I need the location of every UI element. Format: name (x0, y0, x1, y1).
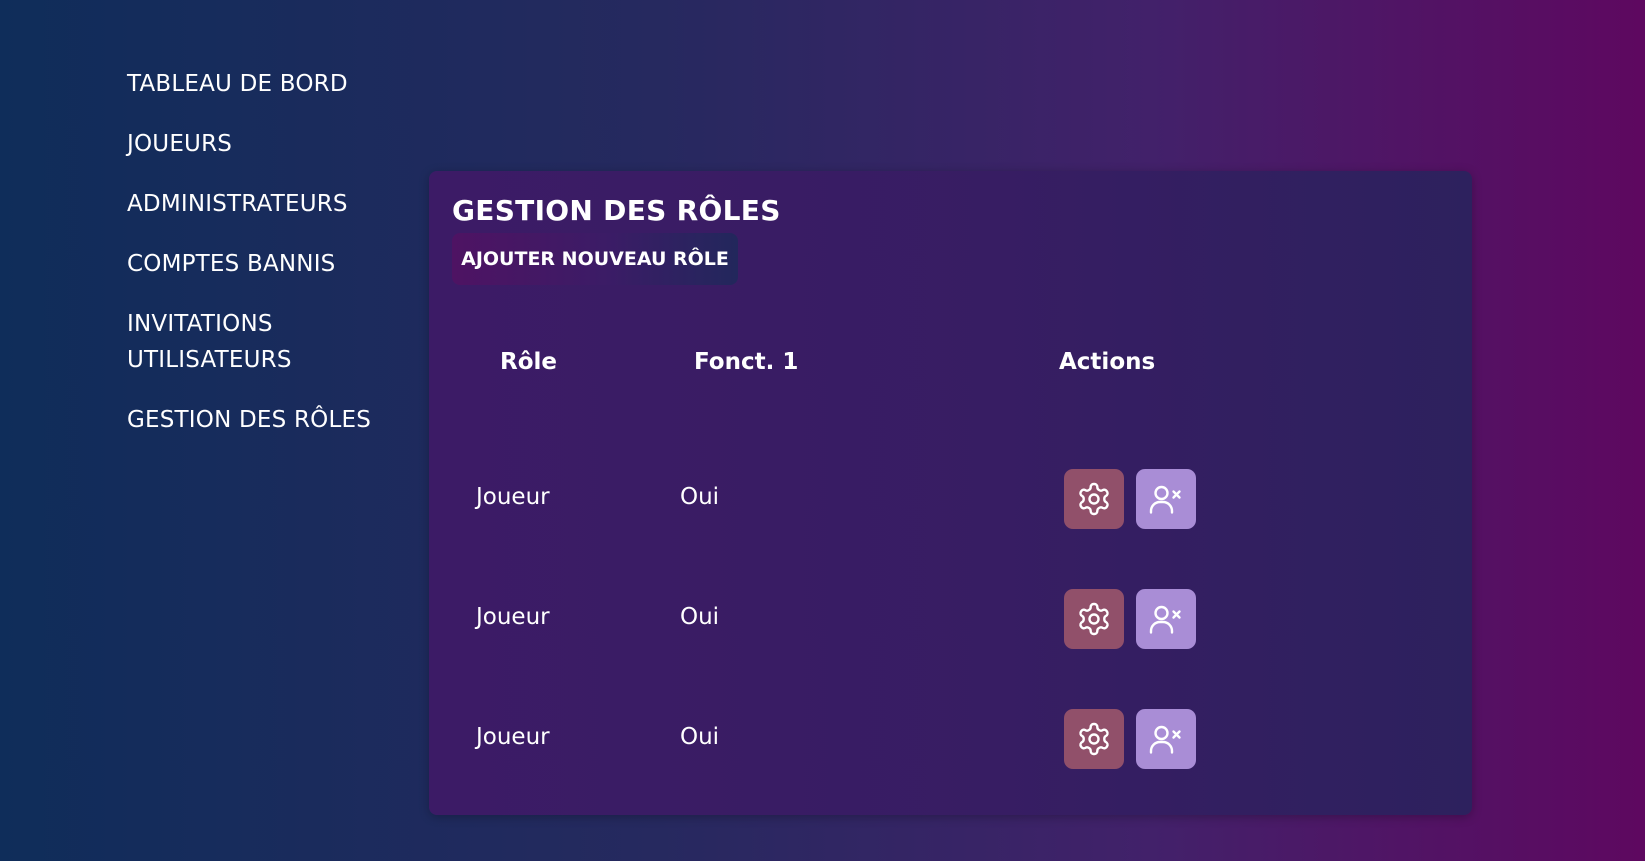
func1-cell: Oui (680, 724, 720, 750)
user-remove-icon (1149, 605, 1181, 634)
func1-cell: Oui (680, 604, 720, 630)
sidebar-item-dashboard[interactable]: TABLEAU DE BORD (127, 66, 387, 102)
column-header-role: Rôle (500, 349, 557, 375)
sidebar-item-role-management[interactable]: GESTION DES RÔLES (127, 402, 387, 438)
edit-role-button[interactable] (1064, 709, 1124, 769)
sidebar-item-banned-accounts[interactable]: COMPTES BANNIS (127, 246, 387, 282)
column-header-func1: Fonct. 1 (694, 349, 799, 375)
gear-icon (1079, 722, 1109, 756)
sidebar-nav: TABLEAU DE BORD JOUEURS ADMINISTRATEURS … (127, 66, 387, 462)
edit-role-button[interactable] (1064, 469, 1124, 529)
sidebar-item-players[interactable]: JOUEURS (127, 126, 387, 162)
edit-role-button[interactable] (1064, 589, 1124, 649)
roles-panel: GESTION DES RÔLES AJOUTER NOUVEAU RÔLE R… (429, 171, 1472, 815)
role-cell: Joueur (476, 604, 550, 630)
role-cell: Joueur (476, 724, 550, 750)
sidebar-item-user-invitations[interactable]: INVITATIONS UTILISATEURS (127, 306, 302, 378)
role-cell: Joueur (476, 484, 550, 510)
user-remove-icon (1149, 725, 1181, 754)
sidebar-item-administrators[interactable]: ADMINISTRATEURS (127, 186, 387, 222)
column-header-actions: Actions (1059, 349, 1156, 375)
remove-role-button[interactable] (1136, 589, 1196, 649)
table-row: Joueur Oui (429, 587, 1472, 657)
add-role-button[interactable]: AJOUTER NOUVEAU RÔLE (452, 233, 738, 285)
func1-cell: Oui (680, 484, 720, 510)
gear-icon (1079, 482, 1109, 516)
remove-role-button[interactable] (1136, 709, 1196, 769)
table-row: Joueur Oui (429, 707, 1472, 777)
gear-icon (1079, 602, 1109, 636)
user-remove-icon (1149, 485, 1181, 514)
remove-role-button[interactable] (1136, 469, 1196, 529)
table-row: Joueur Oui (429, 467, 1472, 537)
page-title: GESTION DES RÔLES (452, 194, 781, 227)
